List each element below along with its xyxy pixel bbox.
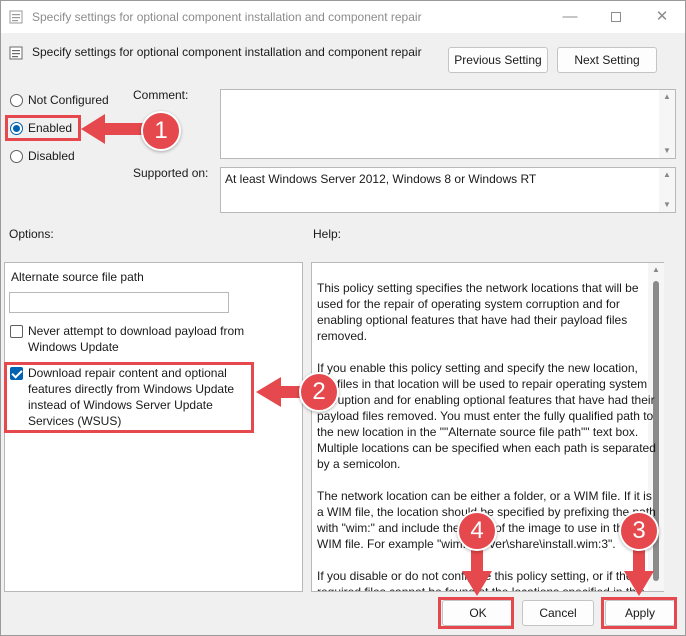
radio-indicator[interactable] [10, 149, 23, 163]
supported-scrollbar[interactable]: ▲ ▼ [659, 168, 675, 212]
scroll-up-icon[interactable]: ▲ [648, 263, 664, 277]
never-download-label: Never attempt to download payload from W… [28, 324, 245, 354]
scroll-up-icon[interactable]: ▲ [659, 168, 675, 182]
alternate-source-label: Alternate source file path [11, 270, 144, 284]
radio-label: Not Configured [28, 93, 109, 107]
cancel-button[interactable]: Cancel [522, 600, 594, 626]
step-3-badge: 3 [619, 511, 659, 551]
window-title: Specify settings for optional component … [32, 10, 422, 24]
download-repair-checkbox[interactable] [10, 367, 23, 380]
step-4-badge: 4 [457, 511, 497, 551]
comment-field[interactable]: ▲ ▼ [220, 89, 676, 159]
arrow-1-icon [81, 114, 147, 144]
supported-on-label: Supported on: [133, 166, 209, 180]
apply-button[interactable]: Apply [605, 600, 675, 626]
close-icon: ✕ [655, 8, 669, 25]
radio-not-configured[interactable]: Not Configured [10, 91, 109, 109]
title-bar: Specify settings for optional component … [1, 1, 685, 33]
minimize-icon: — [562, 8, 578, 25]
maximize-icon [611, 12, 621, 23]
supported-on-value: At least Windows Server 2012, Windows 8 … [225, 172, 537, 186]
scroll-down-icon[interactable]: ▼ [659, 198, 675, 212]
previous-setting-button[interactable]: Previous Setting [448, 47, 548, 73]
radio-disabled[interactable]: Disabled [10, 147, 75, 165]
policy-icon [9, 46, 23, 60]
setting-title: Specify settings for optional component … [32, 45, 422, 59]
step-1-badge: 1 [141, 111, 181, 151]
options-label: Options: [9, 227, 54, 241]
help-paragraph: This policy setting specifies the networ… [317, 281, 639, 343]
help-paragraph: If you enable this policy setting and sp… [317, 361, 656, 471]
step-2-badge: 2 [299, 372, 339, 412]
scroll-up-icon[interactable]: ▲ [659, 90, 675, 104]
ok-button[interactable]: OK [442, 600, 514, 626]
policy-icon [9, 10, 23, 24]
radio-label: Disabled [28, 149, 75, 163]
download-repair-option[interactable]: Download repair content and optional fea… [10, 365, 255, 429]
radio-label: Enabled [28, 121, 73, 135]
help-label: Help: [313, 227, 342, 241]
comment-label: Comment: [133, 88, 189, 102]
policy-settings-window: Specify settings for optional component … [0, 0, 686, 636]
never-download-checkbox[interactable] [10, 325, 23, 338]
comment-scrollbar[interactable]: ▲ ▼ [659, 90, 675, 158]
alternate-source-input[interactable] [9, 292, 229, 313]
maximize-button[interactable] [593, 1, 639, 33]
minimize-button[interactable]: — [547, 1, 593, 33]
never-download-option[interactable]: Never attempt to download payload from W… [10, 323, 260, 355]
radio-enabled[interactable]: Enabled [10, 119, 72, 137]
close-button[interactable]: ✕ [639, 1, 685, 33]
download-repair-label: Download repair content and optional fea… [28, 366, 235, 428]
next-setting-button[interactable]: Next Setting [557, 47, 657, 73]
scroll-down-icon[interactable]: ▼ [659, 144, 675, 158]
help-paragraph: If you disable or do not configure this … [317, 569, 645, 591]
supported-on-field[interactable]: At least Windows Server 2012, Windows 8 … [220, 167, 676, 213]
radio-indicator[interactable] [10, 121, 23, 135]
radio-indicator[interactable] [10, 93, 23, 107]
